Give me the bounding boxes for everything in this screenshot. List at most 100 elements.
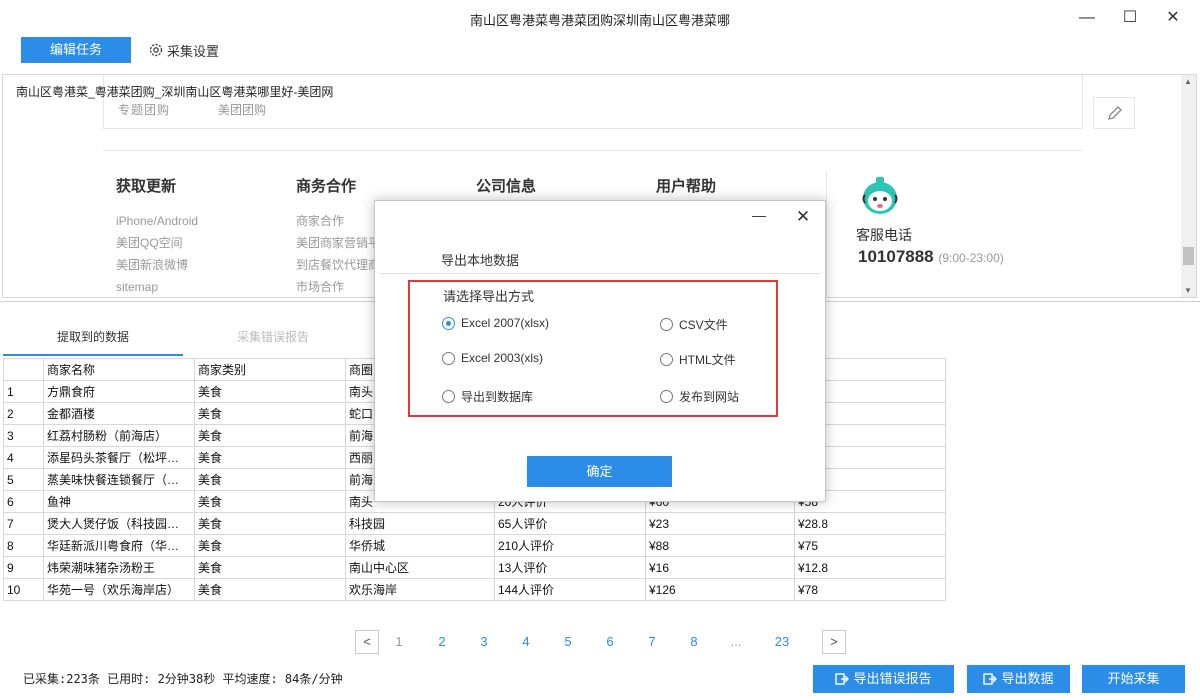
table-cell[interactable]: 210人评价 [494, 534, 646, 557]
table-cell[interactable]: ¥78 [794, 578, 946, 601]
table-cell[interactable]: 4 [3, 446, 44, 469]
table-cell[interactable]: 添星码头茶餐厅（松坪… [43, 446, 195, 469]
column-header[interactable]: 商家类别 [194, 358, 346, 381]
table-row[interactable]: 10 华苑一号（欢乐海岸店） 美食 欢乐海岸 144人评价 ¥126 ¥78 [3, 578, 946, 601]
table-cell[interactable]: ¥16 [645, 556, 795, 579]
table-cell[interactable]: 美食 [194, 490, 346, 513]
tab-error-report[interactable]: 采集错误报告 [183, 322, 363, 356]
table-cell[interactable]: 红荔村肠粉（前海店） [43, 424, 195, 447]
footer-link[interactable]: 美团商家营销平 [296, 232, 380, 254]
table-cell[interactable]: 1 [3, 380, 44, 403]
radio-dot [660, 318, 673, 331]
browser-scrollbar[interactable]: ▲ ▼ [1181, 75, 1196, 297]
footer-link[interactable]: iPhone/Android [116, 210, 198, 232]
tab-extracted-data[interactable]: 提取到的数据 [3, 322, 183, 356]
edit-task-button[interactable]: 编辑任务 [21, 37, 131, 63]
table-cell[interactable]: 蒸美味快餐连锁餐厅（… [43, 468, 195, 491]
footer-link[interactable]: 市场合作 [296, 276, 380, 297]
table-cell[interactable]: 65人评价 [494, 512, 646, 535]
footer-link[interactable]: 美团新浪微博 [116, 254, 198, 276]
table-cell[interactable]: 美食 [194, 578, 346, 601]
page-number[interactable]: 3 [472, 630, 496, 654]
table-cell[interactable]: ¥12.8 [794, 556, 946, 579]
table-cell[interactable]: ¥23 [645, 512, 795, 535]
page-number[interactable]: 5 [556, 630, 580, 654]
radio-excel-2007[interactable]: Excel 2007(xlsx) [442, 316, 549, 330]
table-cell[interactable]: 10 [3, 578, 44, 601]
table-cell[interactable]: 炜荣潮味猪杂汤粉王 [43, 556, 195, 579]
mascot-icon [862, 177, 898, 214]
footer-link[interactable]: 到店餐饮代理商 [296, 254, 380, 276]
table-cell[interactable]: 科技园 [345, 512, 495, 535]
page-number[interactable]: 6 [598, 630, 622, 654]
footer-link[interactable]: 美团QQ空间 [116, 232, 198, 254]
table-cell[interactable]: 13人评价 [494, 556, 646, 579]
minimize-icon[interactable]: — [1075, 6, 1099, 30]
table-cell[interactable]: 方鼎食府 [43, 380, 195, 403]
export-data-button[interactable]: 导出数据 [967, 665, 1070, 693]
edit-box[interactable] [1093, 97, 1135, 129]
table-cell[interactable]: ¥75 [794, 534, 946, 557]
start-collect-button[interactable]: 开始采集 [1082, 665, 1185, 693]
maximize-icon[interactable]: ☐ [1118, 6, 1142, 30]
table-cell[interactable]: 美食 [194, 402, 346, 425]
radio-csv[interactable]: CSV文件 [660, 316, 728, 333]
page-number[interactable]: 1 [387, 630, 411, 654]
table-row[interactable]: 9 炜荣潮味猪杂汤粉王 美食 南山中心区 13人评价 ¥16 ¥12.8 [3, 556, 946, 579]
scroll-up-icon[interactable]: ▲ [1184, 77, 1192, 86]
close-icon[interactable]: ✕ [793, 207, 813, 227]
page-number[interactable]: 2 [430, 630, 454, 654]
table-cell[interactable]: 金都酒楼 [43, 402, 195, 425]
radio-excel-2003[interactable]: Excel 2003(xls) [442, 351, 543, 365]
table-cell[interactable]: 美食 [194, 512, 346, 535]
table-cell[interactable]: 欢乐海岸 [345, 578, 495, 601]
column-header[interactable]: 商家名称 [43, 358, 195, 381]
table-cell[interactable]: 美食 [194, 556, 346, 579]
prev-page-button[interactable]: < [355, 630, 379, 654]
table-row[interactable]: 8 华廷新派川粤食府（华… 美食 华侨城 210人评价 ¥88 ¥75 [3, 534, 946, 557]
page-number[interactable]: 8 [682, 630, 706, 654]
table-row[interactable]: 7 煲大人煲仔饭（科技园… 美食 科技园 65人评价 ¥23 ¥28.8 [3, 512, 946, 535]
footer-link[interactable]: sitemap [116, 276, 198, 297]
page-number[interactable]: 4 [514, 630, 538, 654]
table-cell[interactable]: 华苑一号（欢乐海岸店） [43, 578, 195, 601]
radio-publish-website[interactable]: 发布到网站 [660, 388, 739, 405]
table-cell[interactable]: ¥126 [645, 578, 795, 601]
radio-html[interactable]: HTML文件 [660, 351, 736, 368]
table-cell[interactable]: 6 [3, 490, 44, 513]
table-cell[interactable]: 7 [3, 512, 44, 535]
table-cell[interactable]: 美食 [194, 468, 346, 491]
collect-settings-button[interactable]: 采集设置 [148, 40, 219, 60]
page-number[interactable]: 7 [640, 630, 664, 654]
table-cell[interactable]: 9 [3, 556, 44, 579]
table-cell[interactable]: 8 [3, 534, 44, 557]
scroll-down-icon[interactable]: ▼ [1184, 286, 1192, 295]
table-cell[interactable]: 144人评价 [494, 578, 646, 601]
table-cell[interactable]: 华侨城 [345, 534, 495, 557]
radio-dot [442, 351, 455, 365]
table-cell[interactable]: 美食 [194, 424, 346, 447]
table-cell[interactable]: ¥88 [645, 534, 795, 557]
export-error-report-button[interactable]: 导出错误报告 [813, 665, 954, 693]
table-cell[interactable]: 华廷新派川粤食府（华… [43, 534, 195, 557]
radio-database[interactable]: 导出到数据库 [442, 388, 533, 405]
table-cell[interactable]: 鱼神 [43, 490, 195, 513]
scroll-thumb[interactable] [1183, 247, 1194, 265]
table-cell[interactable]: 美食 [194, 446, 346, 469]
minimize-icon[interactable]: — [750, 207, 768, 227]
table-cell[interactable]: ¥28.8 [794, 512, 946, 535]
close-icon[interactable]: ✕ [1161, 6, 1185, 30]
table-cell[interactable]: 煲大人煲仔饭（科技园… [43, 512, 195, 535]
export-question: 请选择导出方式 [443, 289, 535, 304]
table-cell[interactable]: 美食 [194, 534, 346, 557]
table-cell[interactable]: 3 [3, 424, 44, 447]
confirm-button[interactable]: 确定 [527, 456, 672, 487]
column-header[interactable] [3, 358, 44, 381]
table-cell[interactable]: 2 [3, 402, 44, 425]
next-page-button[interactable]: > [822, 630, 846, 654]
footer-link[interactable]: 商家合作 [296, 210, 380, 232]
table-cell[interactable]: 南山中心区 [345, 556, 495, 579]
table-cell[interactable]: 5 [3, 468, 44, 491]
table-cell[interactable]: 美食 [194, 380, 346, 403]
page-number[interactable]: 23 [770, 630, 794, 654]
